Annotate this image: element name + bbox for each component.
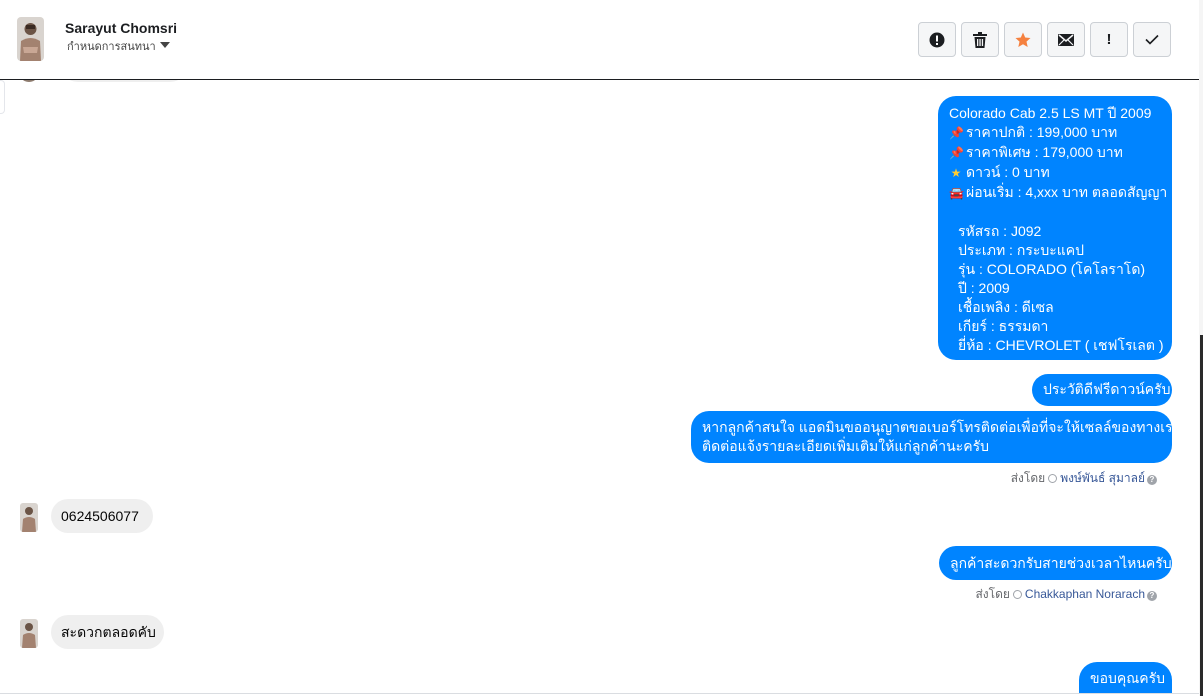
- message-line: ★ ดาวน์ : 0 บาท: [949, 163, 1162, 183]
- help-icon[interactable]: ?: [1147, 591, 1157, 601]
- incoming-message-bubble: 0624506077: [51, 499, 153, 533]
- checkmark-icon: [1145, 34, 1159, 45]
- outgoing-message-bubble: หากลูกค้าสนใจ แอดมินขออนุญาตขอเบอร์โทรติ…: [691, 411, 1181, 463]
- help-icon[interactable]: ?: [1147, 475, 1157, 485]
- outgoing-message-bubble: ประวัติดีฟรีดาวน์ครับ: [1032, 374, 1172, 406]
- mark-unread-button[interactable]: [1047, 22, 1085, 57]
- sent-by-label: ส่งโดย Chakkaphan Norarach?: [975, 585, 1157, 604]
- message-text: ลูกค้าสะดวกรับสายช่วงเวลาไหนครับ: [950, 555, 1172, 571]
- follow-up-button[interactable]: !: [1090, 22, 1128, 57]
- message-text: ขอบคุณครับ: [1090, 670, 1165, 686]
- star-icon: [1015, 32, 1031, 47]
- car-icon: 🚘: [949, 186, 964, 200]
- message-text: สะดวกตลอดคับ: [61, 624, 156, 640]
- conversation-dropdown-label: กำหนดการสนทนา: [67, 41, 156, 53]
- outgoing-message-bubble: Colorado Cab 2.5 LS MT ปี 2009 📌 ราคาปกติ…: [938, 96, 1172, 360]
- contact-avatar: [20, 503, 38, 532]
- sidebar-toggle[interactable]: [0, 80, 5, 114]
- message-line: 🚘 ผ่อนเริ่ม : 4,xxx บาท ตลอดสัญญา: [949, 183, 1167, 203]
- done-button[interactable]: [1133, 22, 1171, 57]
- conversation-dropdown[interactable]: กำหนดการสนทนา: [67, 41, 170, 53]
- message-text: ดาวน์ : 0 บาท: [966, 164, 1050, 180]
- delete-button[interactable]: [961, 22, 999, 57]
- sent-by-prefix: ส่งโดย: [1010, 471, 1046, 485]
- trash-icon: [973, 31, 987, 48]
- pushpin-icon: 📌: [949, 126, 964, 140]
- message-line: เชื้อเพลิง : ดีเซล: [958, 299, 1054, 315]
- star-button[interactable]: [1004, 22, 1042, 57]
- contact-avatar: [20, 619, 38, 648]
- sent-status-icon: [1012, 590, 1022, 599]
- exclamation-icon: !: [1106, 31, 1112, 48]
- message-line: Colorado Cab 2.5 LS MT ปี 2009: [949, 105, 1152, 121]
- message-text: ผ่อนเริ่ม : 4,xxx บาท ตลอดสัญญา: [966, 184, 1168, 200]
- outgoing-message-bubble: ขอบคุณครับ: [1079, 662, 1172, 693]
- message-line: 📌 ราคาปกติ : 199,000 บาท: [949, 123, 1162, 143]
- contact-name[interactable]: Sarayut Chomsri: [65, 20, 177, 36]
- message-text: ราคาปกติ : 199,000 บาท: [966, 124, 1118, 140]
- message-line: ประเภท : กระบะแคป: [958, 242, 1085, 258]
- message-line: รุ่น : COLORADO (โคโลราโด): [958, 261, 1146, 277]
- message-text: ประวัติดีฟรีดาวน์ครับ: [1043, 381, 1171, 397]
- incoming-message-bubble: สะดวกตลอดคับ: [51, 615, 164, 649]
- alert-circle-icon: [929, 32, 945, 47]
- sent-status-icon: [1048, 474, 1058, 483]
- message-line: ติดต่อแจ้งรายละเอียดเพิ่มเติมให้แก่ลูกค้…: [702, 438, 989, 454]
- conversation-header: Sarayut Chomsri กำหนดการสนทนา !: [0, 0, 1199, 80]
- spam-button[interactable]: [918, 22, 956, 57]
- agent-name-link[interactable]: Chakkaphan Norarach: [1025, 587, 1145, 601]
- message-text: 0624506077: [61, 508, 139, 524]
- message-line: 📌 ราคาพิเศษ : 179,000 บาท: [949, 143, 1162, 163]
- contact-avatar[interactable]: [17, 17, 44, 61]
- message-text: ราคาพิเศษ : 179,000 บาท: [966, 144, 1123, 160]
- sent-by-prefix: ส่งโดย: [975, 587, 1010, 601]
- message-line: รหัสรถ : J092: [958, 223, 1042, 239]
- message-line: ปี : 2009: [958, 280, 1010, 296]
- mail-icon: [1058, 33, 1074, 46]
- composer-divider: [0, 693, 1199, 694]
- outgoing-message-bubble: ลูกค้าสะดวกรับสายช่วงเวลาไหนครับ: [939, 546, 1172, 580]
- message-line: เกียร์ : ธรรมดา: [958, 318, 1049, 334]
- message-line: ยี่ห้อ : CHEVROLET ( เชฟโรเลต ): [958, 337, 1164, 353]
- message-line: หากลูกค้าสนใจ แอดมินขออนุญาตขอเบอร์โทรติ…: [702, 419, 1181, 435]
- star-emoji-icon: ★: [950, 166, 962, 180]
- agent-name-link[interactable]: พงษ์พันธ์ สุมาลย์: [1060, 471, 1145, 485]
- caret-down-icon: [159, 42, 170, 48]
- pushpin-icon: 📌: [949, 146, 964, 160]
- sent-by-label: ส่งโดย พงษ์พันธ์ สุมาลย์?: [1011, 469, 1157, 488]
